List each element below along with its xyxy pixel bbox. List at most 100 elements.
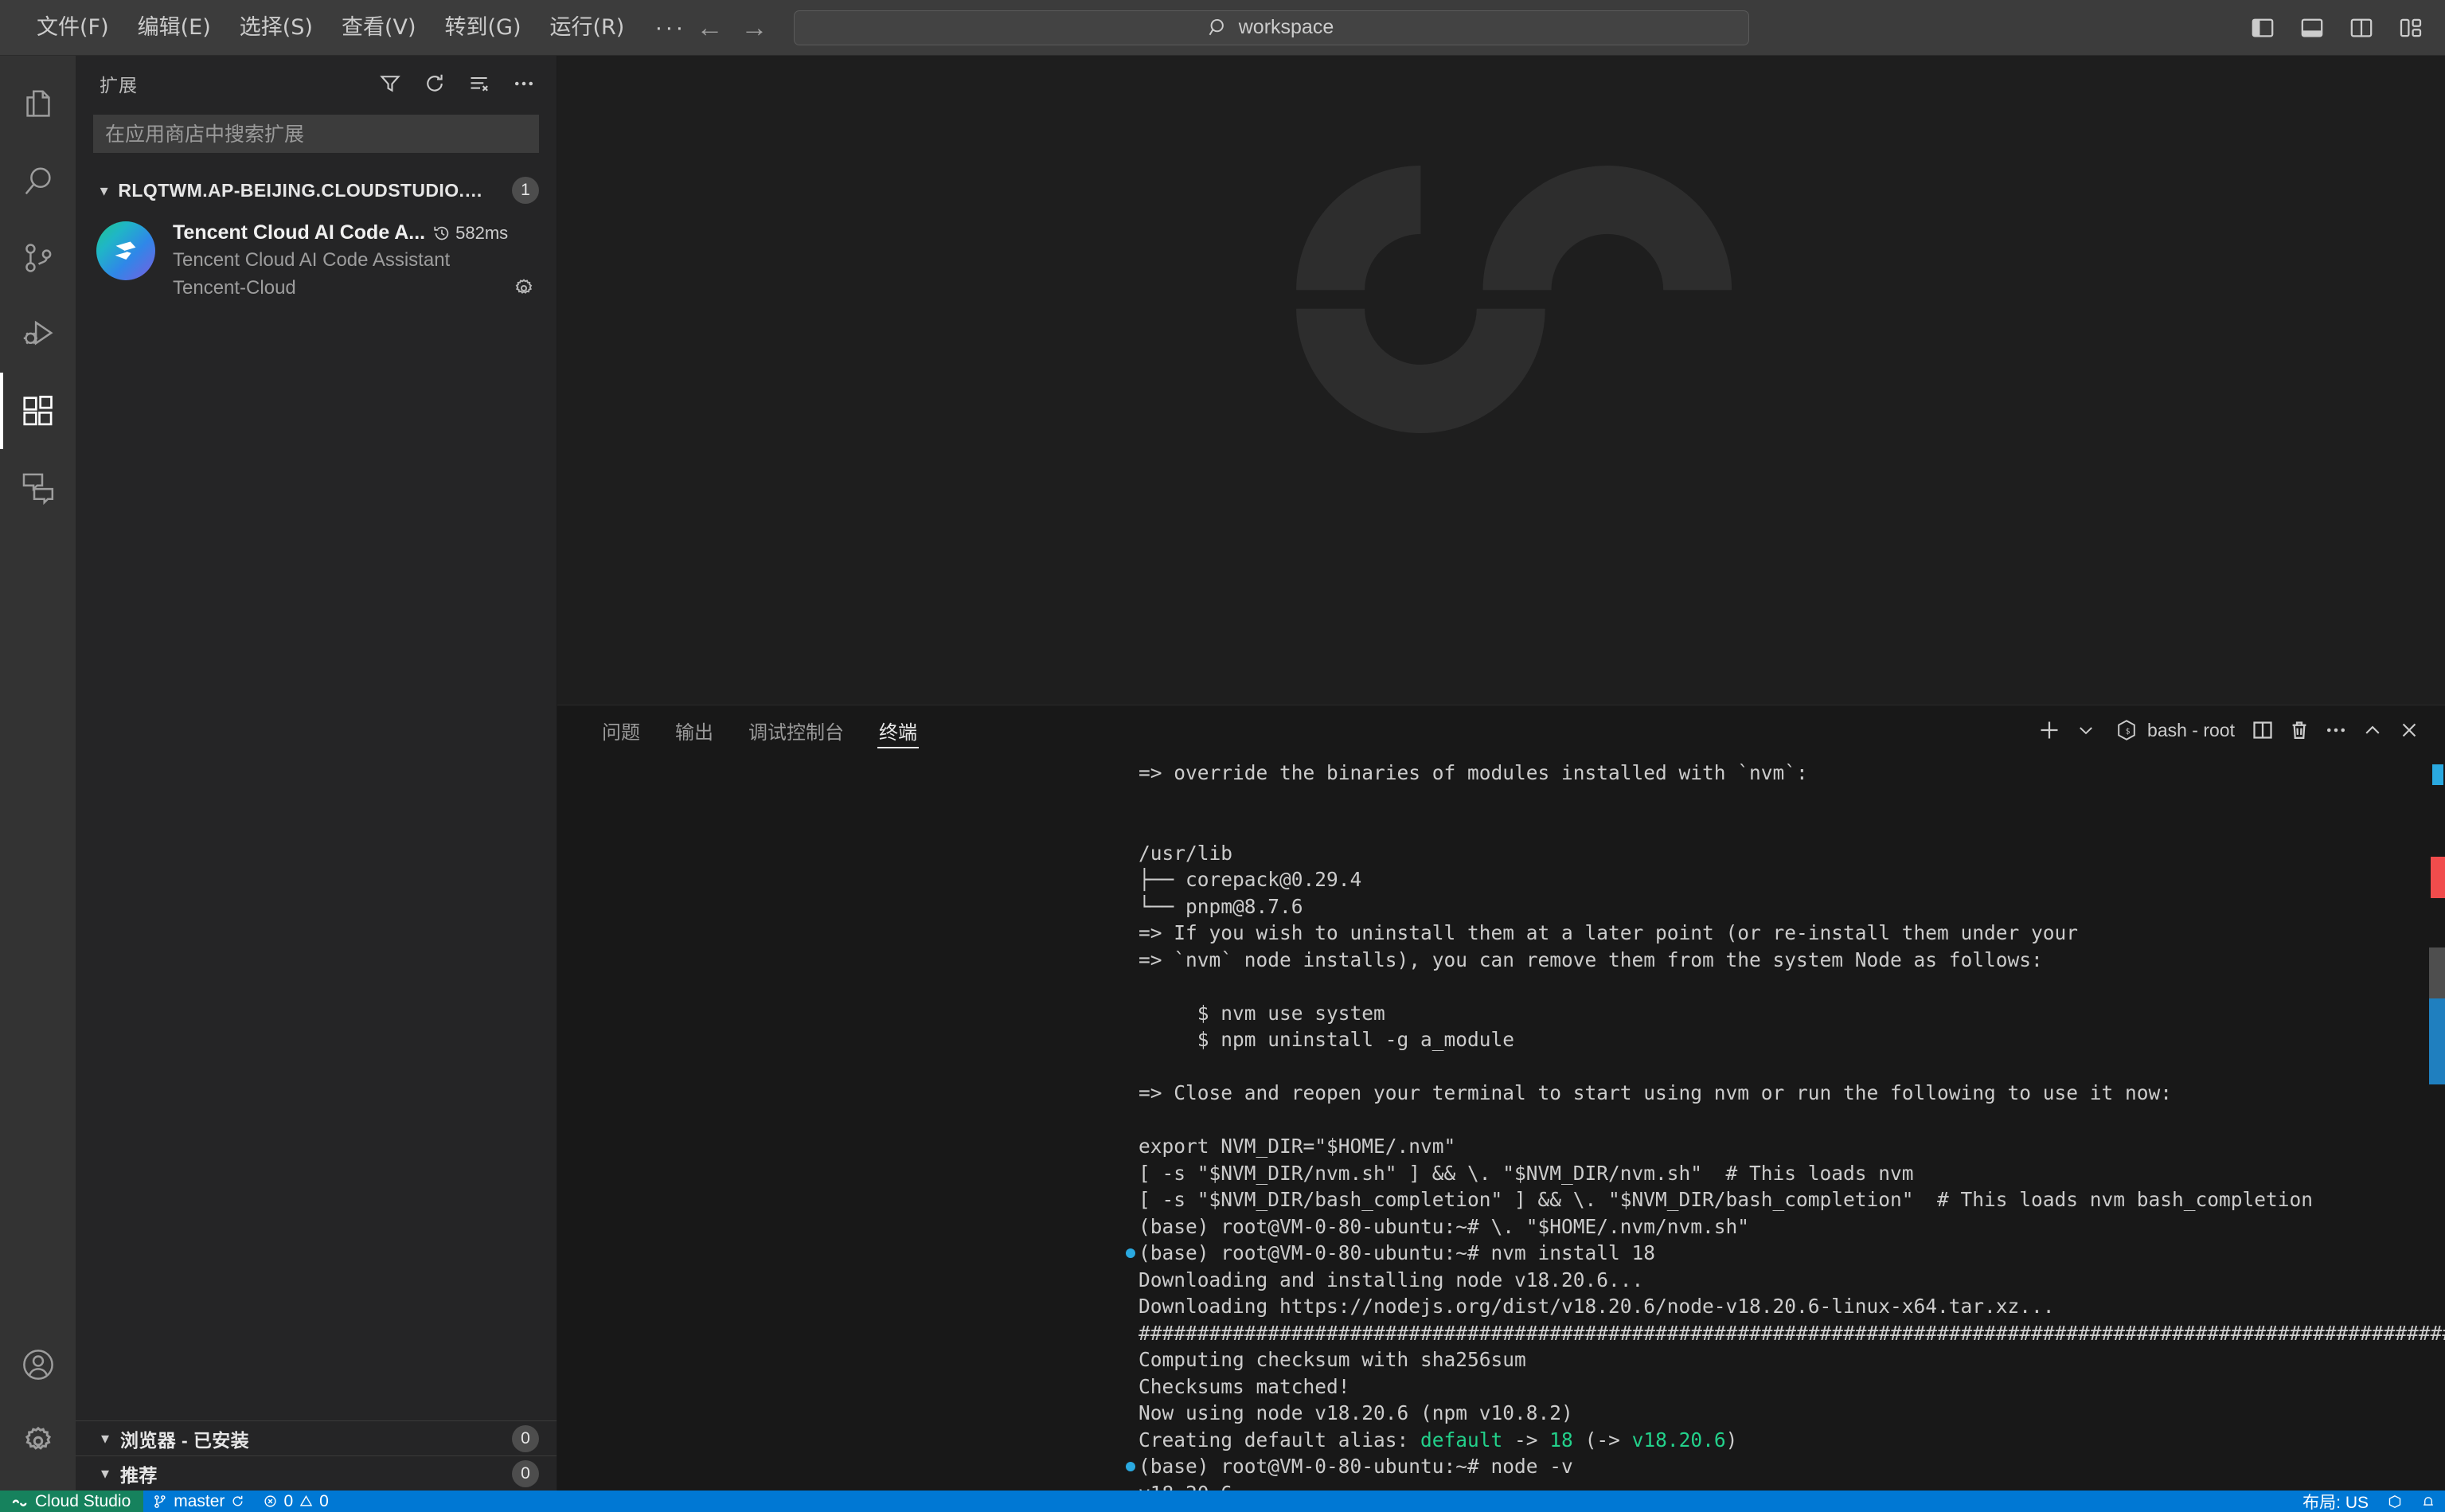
- refresh-extensions-button[interactable]: [423, 72, 447, 96]
- status-warning-count: 0: [319, 1492, 329, 1511]
- clear-search-results-button[interactable]: [467, 72, 491, 96]
- terminal-line: export NVM_DIR="$HOME/.nvm": [1139, 1133, 2445, 1160]
- sidebar-item-run-debug[interactable]: [0, 296, 76, 373]
- run-debug-icon: [20, 316, 57, 353]
- terminal-scrollbar-thumb[interactable]: [2429, 998, 2445, 1084]
- status-remote-indicator[interactable]: [2378, 1491, 2412, 1512]
- panel-header: 问题 输出 调试控制台 终端: [557, 705, 2445, 755]
- tab-terminal[interactable]: 终端: [861, 705, 935, 755]
- terminal-line: Downloading https://nodejs.org/dist/v18.…: [1139, 1293, 2445, 1320]
- status-brand[interactable]: Cloud Studio: [0, 1491, 143, 1512]
- maximize-panel-button[interactable]: [2354, 712, 2391, 748]
- cloud-studio-logo-icon: [11, 1494, 29, 1509]
- terminal-text: $ npm uninstall -g a_module: [1139, 1028, 1514, 1051]
- toggle-secondary-sidebar-icon[interactable]: [2348, 14, 2375, 41]
- sidebar-item-chat[interactable]: [0, 449, 76, 525]
- list-item[interactable]: Tencent Cloud AI Code A... 582ms Tencent…: [76, 209, 557, 313]
- kill-terminal-button[interactable]: [2281, 712, 2318, 748]
- svg-text:$: $: [2126, 728, 2131, 736]
- search-input[interactable]: [105, 123, 527, 146]
- menu-view[interactable]: 查看(V): [327, 9, 431, 46]
- terminal-profile-dropdown[interactable]: [2068, 712, 2104, 748]
- extension-icon: [96, 221, 155, 280]
- status-problems[interactable]: 0 0: [254, 1491, 338, 1512]
- terminal-scrollbar[interactable]: [2429, 755, 2445, 1491]
- terminal-text: └── pnpm@8.7.6: [1139, 895, 1303, 918]
- sidebar-header: 扩展: [76, 56, 557, 111]
- terminal-text: export NVM_DIR="$HOME/.nvm": [1139, 1135, 1455, 1158]
- sidebar-item-search[interactable]: [0, 143, 76, 220]
- menu-edit[interactable]: 编辑(E): [123, 9, 225, 46]
- menu-file[interactable]: 文件(F): [22, 9, 123, 46]
- terminal-line: v18.20.6: [1139, 1480, 2445, 1491]
- terminal-text: => `nvm` node installs), you can remove …: [1139, 948, 2043, 971]
- menu-run[interactable]: 运行(R): [536, 9, 639, 46]
- command-decoration-success-icon[interactable]: [1126, 1248, 1135, 1258]
- terminal-text: [ -s "$NVM_DIR/nvm.sh" ] && \. "$NVM_DIR…: [1139, 1162, 1914, 1185]
- terminal-text: Downloading https://nodejs.org/dist/v18.…: [1139, 1295, 2055, 1318]
- scroll-marker-command: [2432, 764, 2443, 785]
- sidebar-item-source-control[interactable]: [0, 220, 76, 296]
- active-terminal-tab[interactable]: $ bash - root: [2104, 719, 2244, 741]
- terminal-scrollbar-thumb-upper[interactable]: [2429, 947, 2445, 998]
- tab-problems[interactable]: 问题: [584, 705, 658, 755]
- terminal-text: Downloading and installing node v18.20.6…: [1139, 1268, 1643, 1291]
- title-bar-center: ← → workspace: [697, 10, 1749, 45]
- trash-icon: [2288, 719, 2310, 741]
- toggle-primary-sidebar-icon[interactable]: [2249, 14, 2276, 41]
- terminal-line: Computing checksum with sha256sum: [1139, 1346, 2445, 1373]
- activity-bar: [0, 56, 76, 1491]
- go-back-icon[interactable]: ←: [697, 14, 724, 41]
- menu-more-button[interactable]: ···: [639, 10, 701, 46]
- search-extensions-marketplace[interactable]: [93, 115, 539, 153]
- chat-icon: [20, 469, 57, 506]
- panel-more-actions-button[interactable]: [2318, 712, 2354, 748]
- settings-button[interactable]: [0, 1403, 76, 1479]
- terminal-view[interactable]: => override the binaries of modules inst…: [557, 755, 2445, 1491]
- filter-extensions-button[interactable]: [378, 72, 402, 96]
- chevron-down-icon: ▾: [96, 1428, 114, 1448]
- status-keyboard-layout[interactable]: 布局: US: [2293, 1491, 2378, 1512]
- gear-icon: [21, 1424, 56, 1459]
- menu-selection[interactable]: 选择(S): [225, 9, 327, 46]
- tab-debug-console[interactable]: 调试控制台: [731, 705, 861, 755]
- section-browser-installed[interactable]: ▾ 浏览器 - 已安装 0: [76, 1420, 557, 1455]
- extensions-more-actions-button[interactable]: [512, 72, 536, 96]
- history-icon: [433, 225, 451, 242]
- menu-go[interactable]: 转到(G): [431, 9, 536, 46]
- split-icon: [2252, 719, 2274, 741]
- command-center[interactable]: workspace: [794, 10, 1749, 45]
- split-terminal-button[interactable]: [2244, 712, 2281, 748]
- terminal-line: Now using node v18.20.6 (npm v10.8.2): [1139, 1400, 2445, 1427]
- extension-name: Tencent Cloud AI Code A...: [173, 221, 425, 244]
- sidebar-spacer: [76, 313, 557, 1420]
- section-recommended[interactable]: ▾ 推荐 0: [76, 1455, 557, 1491]
- go-forward-icon[interactable]: →: [741, 14, 768, 41]
- extensions-group-header[interactable]: ▾ RLQTWM.AP-BEIJING.CLOUDSTUDIO.WORK -..…: [76, 172, 557, 209]
- terminal-text: (base) root@VM-0-80-ubuntu:~# \. "$HOME/…: [1139, 1215, 1749, 1238]
- close-icon: [2399, 720, 2420, 740]
- toggle-panel-icon[interactable]: [2299, 14, 2326, 41]
- status-bell[interactable]: [2412, 1491, 2445, 1512]
- terminal-line: [ -s "$NVM_DIR/nvm.sh" ] && \. "$NVM_DIR…: [1139, 1160, 2445, 1187]
- terminal-line: ├── corepack@0.29.4: [1139, 866, 2445, 893]
- sidebar-item-extensions[interactable]: [0, 373, 76, 449]
- sidebar-bottom-sections: ▾ 浏览器 - 已安装 0 ▾ 推荐 0: [76, 1420, 557, 1491]
- account-button[interactable]: [0, 1326, 76, 1403]
- close-panel-button[interactable]: [2391, 712, 2427, 748]
- terminal-line: $ nvm use system: [1139, 1000, 2445, 1027]
- extension-footer: Tencent-Cloud: [173, 276, 536, 300]
- extension-manage-gear-icon[interactable]: [512, 276, 536, 300]
- terminal-line: Downloading and installing node v18.20.6…: [1139, 1267, 2445, 1294]
- sidebar-item-explorer[interactable]: [0, 67, 76, 143]
- status-branch[interactable]: master: [143, 1491, 254, 1512]
- section-browser-installed-count: 0: [512, 1425, 539, 1452]
- terminal-text: Checksums matched!: [1139, 1375, 1350, 1398]
- tab-output[interactable]: 输出: [658, 705, 731, 755]
- extensions-sidebar: 扩展: [76, 56, 557, 1491]
- customize-layout-icon[interactable]: [2397, 14, 2424, 41]
- new-terminal-button[interactable]: [2031, 712, 2068, 748]
- plus-icon: [2038, 719, 2060, 741]
- command-decoration-success-icon[interactable]: [1126, 1462, 1135, 1471]
- refresh-icon: [424, 72, 446, 95]
